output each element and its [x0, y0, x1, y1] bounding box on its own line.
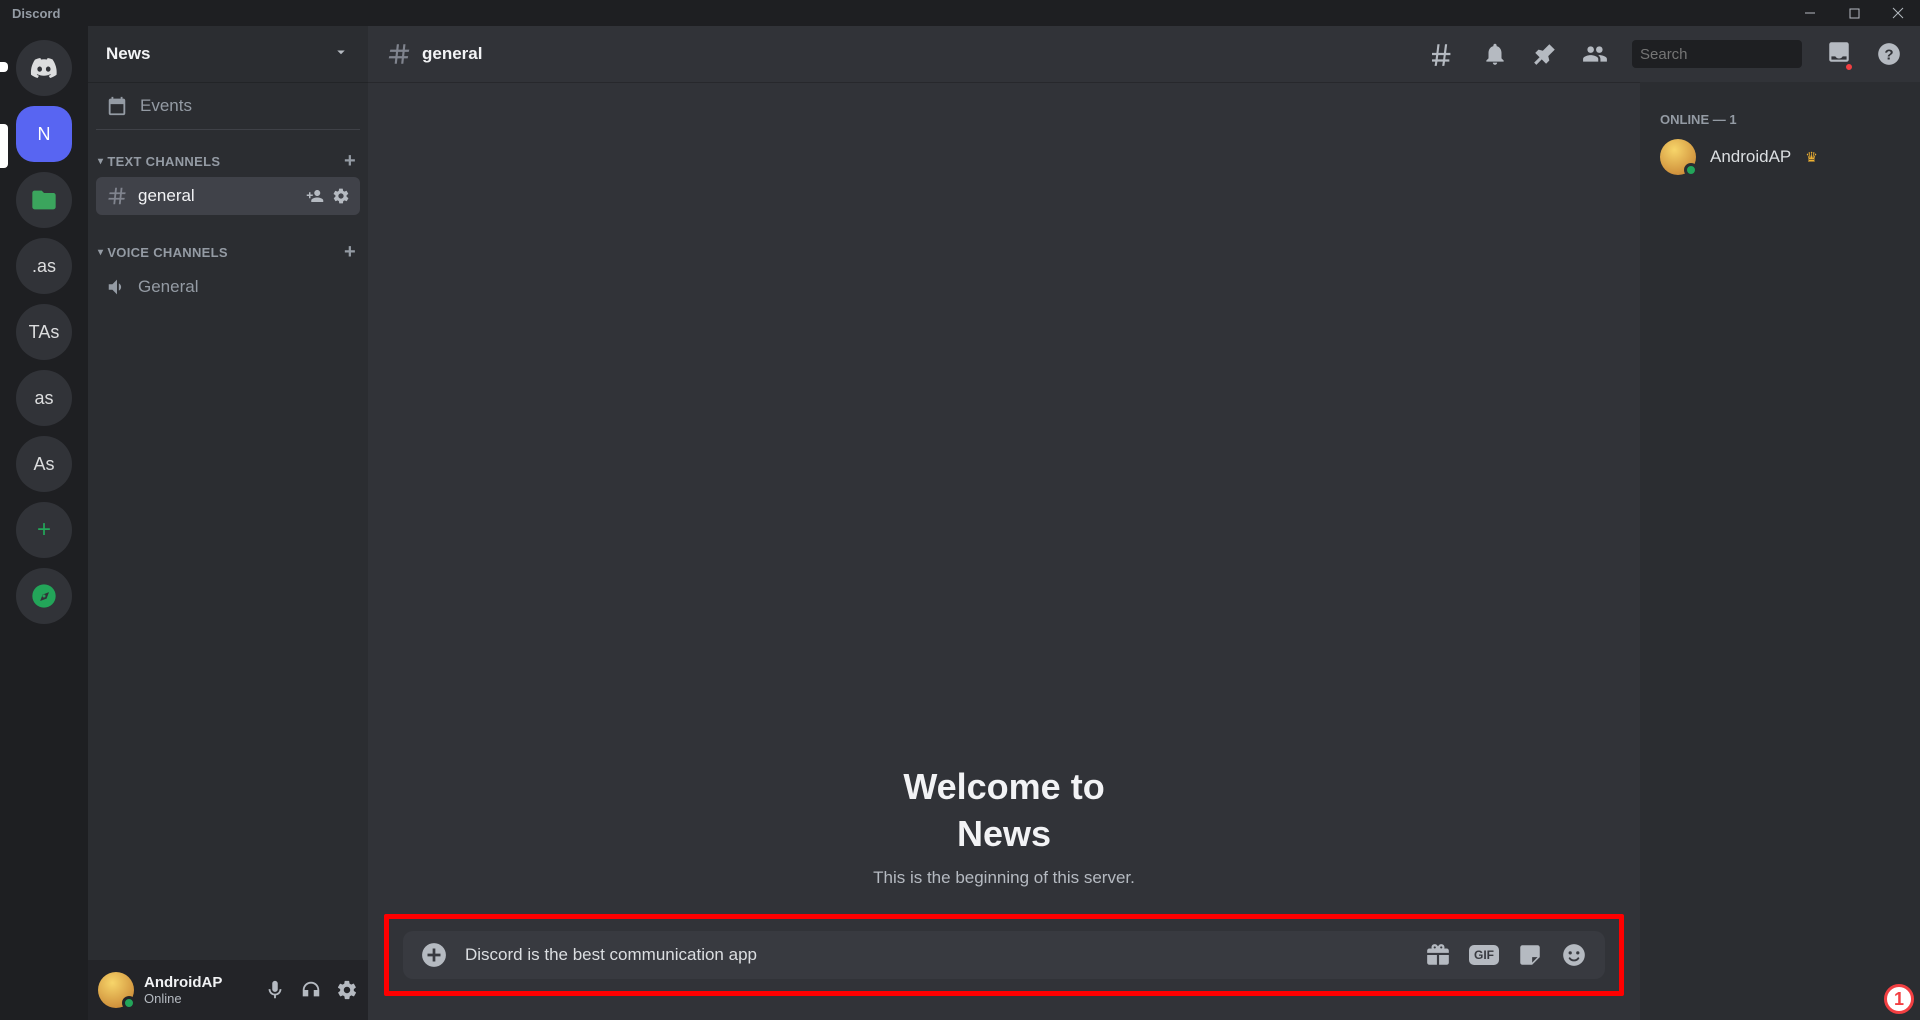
member-item[interactable]: AndroidAP ♛	[1650, 133, 1910, 181]
voice-channel-general[interactable]: General	[96, 268, 360, 306]
voice-channels-category[interactable]: ▾ VOICE CHANNELS +	[96, 233, 360, 268]
threads-icon[interactable]	[1432, 41, 1458, 67]
pinned-icon[interactable]	[1532, 41, 1558, 67]
compose-bar: GIF	[403, 931, 1605, 979]
user-avatar[interactable]	[98, 972, 134, 1008]
gear-icon[interactable]	[332, 187, 350, 205]
emoji-icon[interactable]	[1561, 942, 1587, 968]
server-button-1[interactable]: TAs	[16, 304, 72, 360]
text-channels-category[interactable]: ▾ TEXT CHANNELS +	[96, 142, 360, 177]
add-server-button[interactable]: +	[16, 502, 72, 558]
channel-name: general	[138, 186, 195, 206]
server-button-2[interactable]: as	[16, 370, 72, 426]
gif-button[interactable]: GIF	[1469, 945, 1499, 965]
gift-icon[interactable]	[1425, 942, 1451, 968]
compass-icon	[30, 582, 58, 610]
minimize-button[interactable]	[1796, 3, 1824, 23]
search-input[interactable]	[1640, 46, 1839, 63]
compose-highlight: GIF	[384, 914, 1624, 996]
user-name: AndroidAP	[144, 974, 222, 991]
explore-servers-button[interactable]	[16, 568, 72, 624]
welcome-line2: News	[957, 813, 1051, 854]
channel-name: General	[138, 277, 198, 297]
messages-area: Welcome to News This is the beginning of…	[368, 82, 1640, 1020]
welcome-subtitle: This is the beginning of this server.	[388, 868, 1620, 888]
calendar-icon	[106, 95, 128, 117]
status-online-icon	[1684, 163, 1698, 177]
member-avatar	[1660, 139, 1696, 175]
main-chat: general ? We	[368, 26, 1920, 1020]
server-folder[interactable]	[16, 172, 72, 228]
server-header[interactable]: News	[88, 26, 368, 82]
welcome-block: Welcome to News This is the beginning of…	[388, 764, 1620, 888]
add-channel-button[interactable]: +	[344, 150, 356, 173]
help-icon[interactable]: ?	[1876, 41, 1902, 67]
member-list: ONLINE — 1 AndroidAP ♛	[1640, 82, 1920, 1020]
chevron-down-icon: ▾	[98, 156, 103, 167]
hash-icon	[106, 185, 128, 207]
welcome-line1: Welcome to	[903, 766, 1104, 807]
chat-header: general ?	[368, 26, 1920, 82]
titlebar: Discord	[0, 0, 1920, 26]
sticker-icon[interactable]	[1517, 942, 1543, 968]
owner-crown-icon: ♛	[1805, 149, 1818, 166]
user-area: AndroidAP Online	[88, 960, 368, 1020]
notification-badge[interactable]: 1	[1884, 984, 1914, 1014]
speaker-icon	[106, 276, 128, 298]
text-channel-general[interactable]: general	[96, 177, 360, 215]
server-rail: N .as TAs as As +	[0, 26, 88, 1020]
events-label: Events	[140, 96, 192, 116]
category-label: TEXT CHANNELS	[107, 154, 220, 169]
notification-dot-icon	[1844, 62, 1854, 72]
maximize-button[interactable]	[1840, 3, 1868, 23]
window-controls	[1796, 3, 1912, 23]
add-channel-button[interactable]: +	[344, 241, 356, 264]
members-online-header: ONLINE — 1	[1650, 106, 1910, 133]
attach-icon[interactable]	[421, 942, 447, 968]
server-button-0[interactable]: .as	[16, 238, 72, 294]
discord-logo-icon	[30, 54, 58, 82]
home-pill	[0, 62, 8, 72]
deafen-icon[interactable]	[300, 979, 322, 1001]
events-row[interactable]: Events	[96, 82, 360, 130]
active-server-pill	[0, 124, 8, 168]
chevron-down-icon: ▾	[98, 247, 103, 258]
message-input[interactable]	[465, 945, 1407, 965]
settings-icon[interactable]	[336, 979, 358, 1001]
notifications-icon[interactable]	[1482, 41, 1508, 67]
inbox-button[interactable]	[1826, 39, 1852, 70]
create-invite-icon[interactable]	[306, 187, 324, 205]
member-list-icon[interactable]	[1582, 41, 1608, 67]
hash-icon	[386, 41, 412, 67]
server-button-news[interactable]: N	[16, 106, 72, 162]
chat-channel-name: general	[422, 44, 482, 64]
search-box[interactable]	[1632, 40, 1802, 68]
channel-panel: News Events ▾ TEXT CHANNELS + general	[88, 26, 368, 1020]
folder-icon	[30, 186, 58, 214]
inbox-icon	[1826, 39, 1852, 65]
server-button-3[interactable]: As	[16, 436, 72, 492]
svg-text:?: ?	[1884, 46, 1893, 63]
user-status: Online	[144, 991, 222, 1006]
home-button[interactable]	[16, 40, 72, 96]
mute-icon[interactable]	[264, 979, 286, 1001]
chevron-down-icon	[332, 43, 350, 66]
status-online-icon	[122, 996, 136, 1010]
category-label: VOICE CHANNELS	[107, 245, 228, 260]
server-name: News	[106, 44, 150, 64]
member-name: AndroidAP	[1710, 147, 1791, 167]
close-button[interactable]	[1884, 3, 1912, 23]
titlebar-brand: Discord	[8, 6, 60, 21]
